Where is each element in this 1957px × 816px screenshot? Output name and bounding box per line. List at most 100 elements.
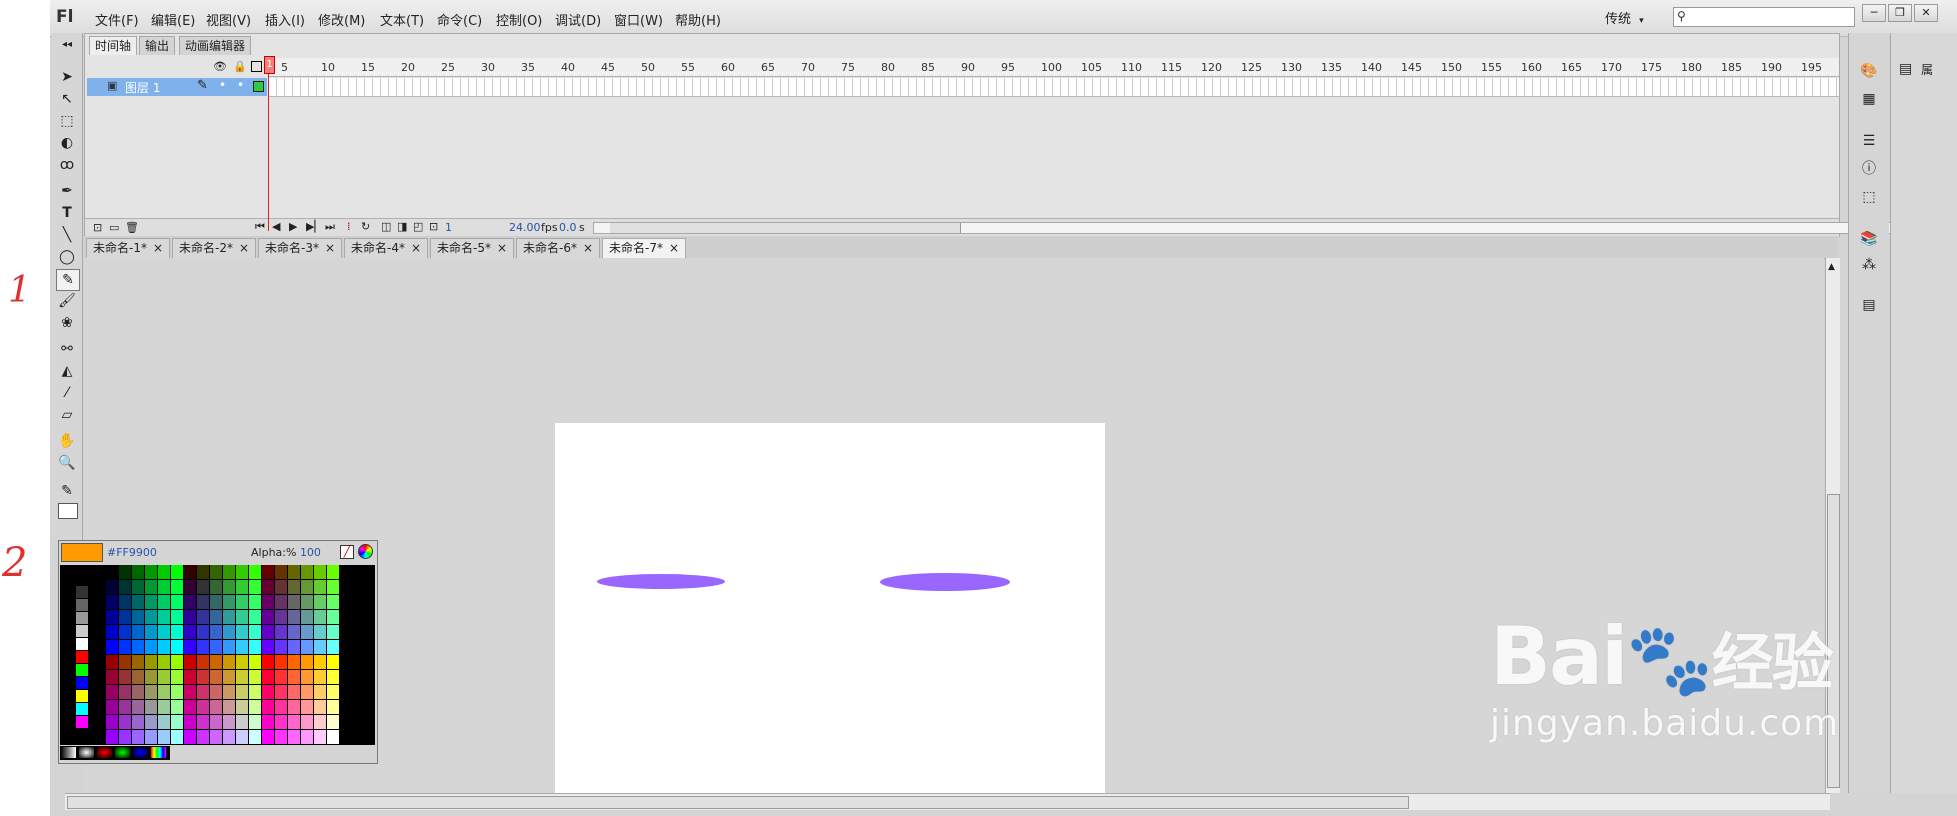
swatch-cell[interactable] (76, 599, 89, 612)
swatch-cell[interactable] (76, 716, 89, 729)
swatch-cell[interactable] (119, 715, 132, 730)
timeline-scroll-thumb[interactable] (610, 223, 961, 233)
swatch-cell[interactable] (132, 715, 145, 730)
eyedropper-tool-icon[interactable]: ⁄ (56, 383, 78, 403)
swatch-cell[interactable] (249, 565, 262, 580)
swatch-cell[interactable] (106, 700, 119, 715)
swatch-cell[interactable] (145, 595, 158, 610)
swatch-cell[interactable] (76, 690, 89, 703)
swatch-cell[interactable] (132, 685, 145, 700)
swatch-cell[interactable] (145, 685, 158, 700)
swatch-cell[interactable] (314, 685, 327, 700)
alpha-field[interactable]: Alpha:% 100 (251, 546, 321, 559)
swatch-cell[interactable] (184, 700, 197, 715)
properties-icon[interactable]: ▤ (1899, 61, 1912, 77)
swatch-cell[interactable] (314, 625, 327, 640)
swatch-cell[interactable] (76, 586, 89, 599)
swatch-cell[interactable] (197, 730, 210, 745)
lock-icon[interactable]: 🔒 (233, 60, 247, 73)
swatch-cell[interactable] (132, 670, 145, 685)
play-icon[interactable]: ▶ (289, 220, 297, 233)
swatch-cell[interactable] (158, 670, 171, 685)
swatch-cell[interactable] (223, 715, 236, 730)
swatch-cell[interactable] (210, 730, 223, 745)
swatch-cell[interactable] (314, 715, 327, 730)
swatch-cell[interactable] (327, 715, 340, 730)
swatch-cell[interactable] (301, 700, 314, 715)
edit-multiple-icon[interactable]: ◰ (413, 220, 423, 233)
first-frame-icon[interactable]: ⏮ (255, 220, 265, 234)
visibility-dot[interactable]: • (219, 78, 226, 92)
new-folder-icon[interactable]: ▭ (109, 221, 119, 234)
deco-tool-icon[interactable]: ❀ (56, 313, 78, 333)
doc-tab[interactable]: 未命名-2* × (172, 238, 257, 258)
close-icon[interactable]: × (497, 241, 507, 255)
swatch-cell[interactable] (132, 580, 145, 595)
pen-tool-icon[interactable]: ✒ (56, 181, 78, 201)
swatch-cell[interactable] (275, 700, 288, 715)
swatch-cell[interactable] (145, 715, 158, 730)
swatch-cell[interactable] (236, 625, 249, 640)
swatch-cell[interactable] (210, 700, 223, 715)
swatch-cell[interactable] (158, 685, 171, 700)
gradient-swatch[interactable] (61, 747, 77, 759)
swatch-cell[interactable] (132, 655, 145, 670)
swatch-cell[interactable] (171, 700, 184, 715)
close-window-button[interactable]: ✕ (1914, 4, 1938, 22)
properties-tab-label[interactable]: 属 (1921, 61, 1933, 78)
onion-skin-icon[interactable]: ◫ (381, 220, 391, 233)
lock-dot[interactable]: • (237, 78, 244, 92)
swatch-cell[interactable] (327, 640, 340, 655)
swatch-cell[interactable] (288, 700, 301, 715)
swatch-cell[interactable] (275, 730, 288, 745)
step-back-icon[interactable]: ◀ (272, 220, 280, 233)
swatch-cell[interactable] (106, 640, 119, 655)
gradient-swatch[interactable] (151, 747, 167, 759)
menu-commands[interactable]: 命令(C) (437, 10, 482, 29)
swatch-cell[interactable] (106, 625, 119, 640)
swatch-cell[interactable] (171, 595, 184, 610)
swatch-cell[interactable] (236, 715, 249, 730)
swatch-cell[interactable] (210, 685, 223, 700)
swatch-cell[interactable] (76, 677, 89, 690)
swatch-cell[interactable] (106, 595, 119, 610)
swatch-cell[interactable] (132, 565, 145, 580)
swatch-cell[interactable] (288, 625, 301, 640)
swatch-cell[interactable] (275, 580, 288, 595)
layer-name-cell[interactable]: ▣ 图层 1 ✎ • • (87, 78, 267, 96)
swatch-cell[interactable] (327, 685, 340, 700)
swatch-cell[interactable] (210, 640, 223, 655)
doc-tab[interactable]: 未命名-1* × (86, 238, 171, 258)
swatches-panel-icon[interactable]: ▦ (1859, 89, 1879, 109)
swatch-cell[interactable] (249, 730, 262, 745)
swatch-cell[interactable] (132, 640, 145, 655)
swatch-cell[interactable] (184, 640, 197, 655)
playhead-line[interactable] (268, 56, 269, 231)
text-tool-icon[interactable]: T (56, 203, 78, 223)
swatch-cell[interactable] (210, 595, 223, 610)
swatch-cell[interactable] (184, 580, 197, 595)
swatch-cell[interactable] (314, 655, 327, 670)
swatch-cell[interactable] (106, 730, 119, 745)
swatch-cell[interactable] (249, 700, 262, 715)
swatch-cell[interactable] (236, 685, 249, 700)
swatch-cell[interactable] (301, 625, 314, 640)
swatch-cell[interactable] (76, 664, 89, 677)
swatch-cell[interactable] (106, 655, 119, 670)
timeline-scrollbar[interactable] (593, 222, 1915, 234)
swatch-cell[interactable] (171, 655, 184, 670)
swatch-cell[interactable] (132, 625, 145, 640)
color-swatch-popup[interactable]: #FF9900 Alpha:% 100 ╱ (58, 540, 378, 764)
swatch-cell[interactable] (275, 685, 288, 700)
frame-ruler[interactable]: 5 10 15 20 25 30 35 40 45 50 55 60 65 70 75 80 85 90 95 100… (269, 58, 1839, 77)
stage[interactable] (555, 423, 1105, 793)
swatch-cell[interactable] (145, 655, 158, 670)
swatch-cell[interactable] (158, 640, 171, 655)
swatch-cell[interactable] (327, 580, 340, 595)
menu-view[interactable]: 视图(V) (206, 10, 251, 29)
swatch-cell[interactable] (275, 670, 288, 685)
menu-help[interactable]: 帮助(H) (675, 10, 721, 29)
align-panel-icon[interactable]: ☰ (1859, 131, 1879, 151)
swatch-cell[interactable] (236, 610, 249, 625)
swatch-cell[interactable] (171, 565, 184, 580)
